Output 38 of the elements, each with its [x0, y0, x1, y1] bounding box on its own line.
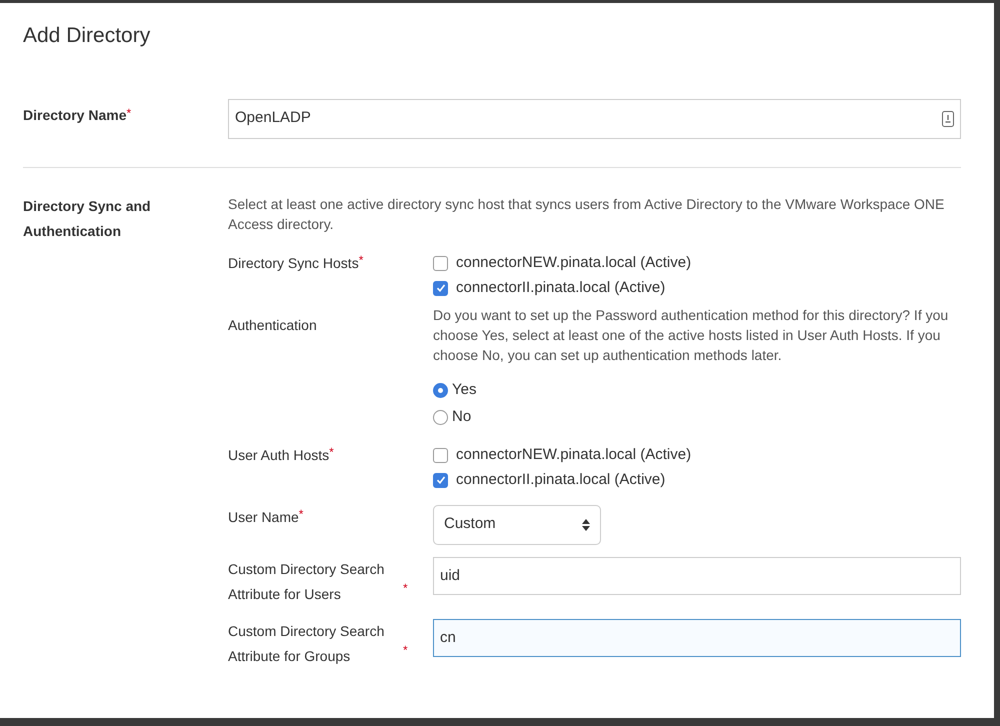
field-label: User Auth Hosts [228, 446, 330, 464]
checkbox[interactable] [433, 472, 448, 488]
directory-name-field[interactable]: OpenLADP [228, 98, 961, 138]
required-mark: * [126, 106, 132, 120]
required-mark: * [403, 580, 408, 594]
checkbox[interactable] [433, 448, 448, 462]
field-label: Custom Directory Search Attribute for Groups [228, 622, 386, 666]
option-label: No [452, 406, 472, 427]
dialog-title: Add Directory [23, 23, 152, 49]
user-name-select[interactable]: Custom [433, 504, 601, 544]
required-mark: * [329, 444, 334, 460]
checkbox[interactable] [433, 256, 448, 270]
required-mark: * [358, 252, 364, 268]
radio-button[interactable] [433, 382, 448, 398]
section-label: Directory Sync and Authentication [23, 196, 152, 240]
field-value: OpenLADP [235, 108, 311, 128]
checkbox[interactable] [433, 280, 448, 296]
option-label: Yes [452, 380, 476, 400]
required-mark: * [298, 506, 304, 522]
field-label: Custom Directory Search Attribute for Users [228, 560, 386, 604]
field-label: User Name [228, 508, 299, 526]
option-label: connectorII.pinata.local (Active) [456, 470, 666, 490]
section-description: Select at least one active directory sync host that syncs users from Active Directory to the VMware Workspace ONE Access directory. [228, 194, 946, 234]
field-label: Directory Sync Hosts [228, 254, 359, 273]
input-field[interactable]: uid [433, 556, 961, 594]
input-field[interactable]: cn [433, 618, 961, 656]
option-label: connectorNEW.pinata.local (Active) [456, 252, 692, 273]
field-label: Authentication [228, 316, 317, 334]
option-label: connectorNEW.pinata.local (Active) [456, 444, 692, 465]
updown-caret-icon [582, 518, 590, 530]
password-manager-icon [942, 110, 954, 126]
option-label: connectorII.pinata.local (Active) [456, 278, 666, 298]
required-mark: * [403, 642, 408, 656]
authentication-description: Do you want to set up the Password authentication method for this directory? If you choose Yes, select at least one of the active hosts listed in User Auth Hosts. If you choose No, you can set up authentication methods later. [433, 306, 950, 364]
radio-button[interactable] [433, 410, 448, 424]
checkmark-icon [436, 283, 446, 293]
field-label: Directory Name [23, 106, 126, 122]
checkmark-icon [436, 475, 446, 485]
